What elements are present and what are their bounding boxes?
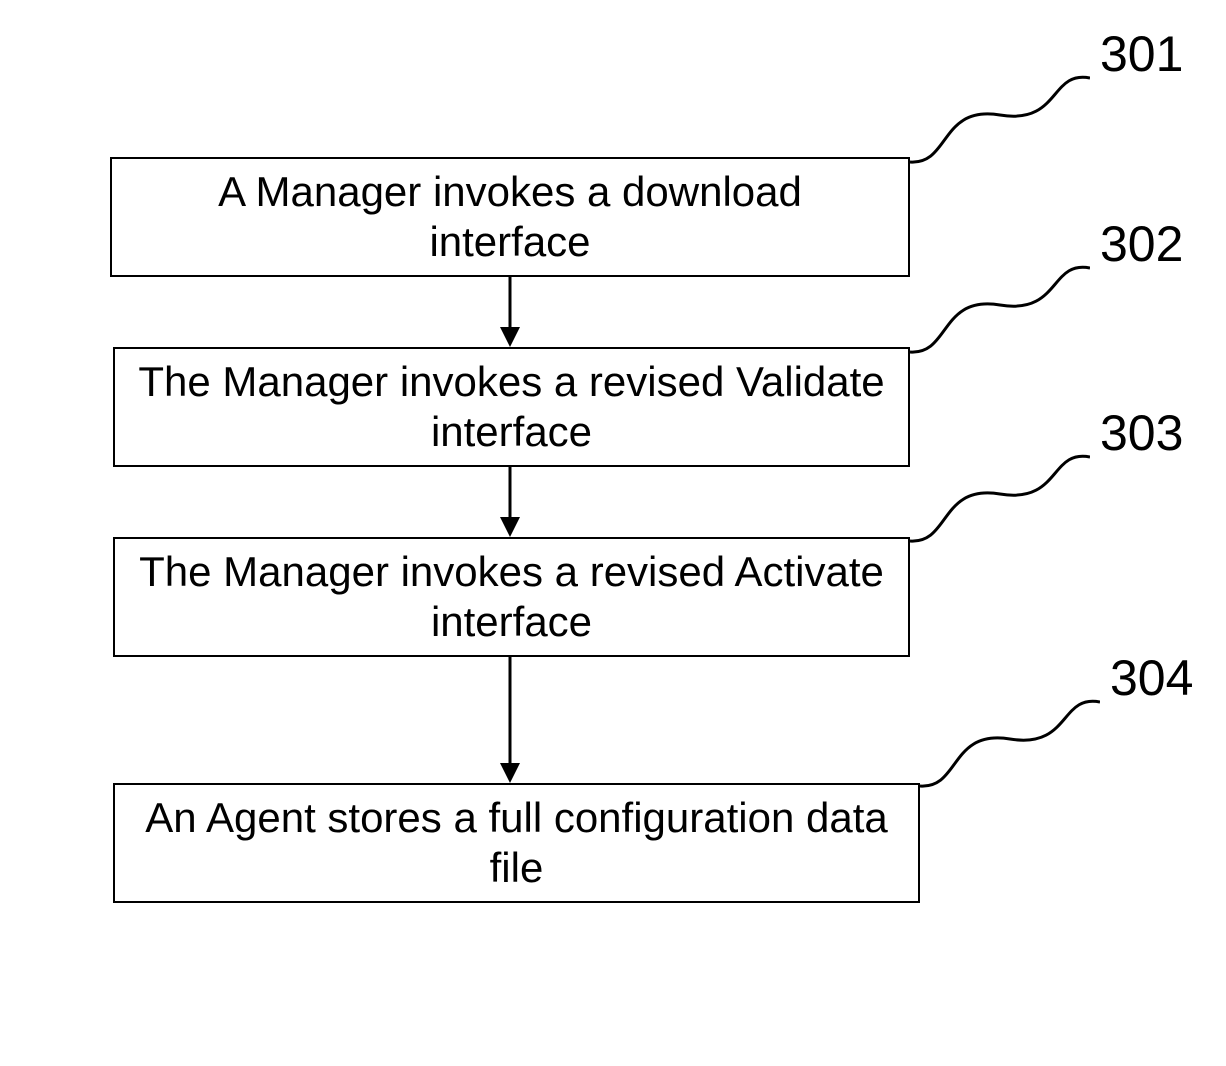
step-304-text: An Agent stores a full configuration dat… bbox=[135, 793, 898, 894]
step-302-text: The Manager invokes a revised Validate i… bbox=[135, 357, 888, 458]
step-303: The Manager invokes a revised Activate i… bbox=[113, 537, 910, 657]
step-301-text: A Manager invokes a download interface bbox=[132, 167, 888, 268]
step-303-label: 303 bbox=[1100, 404, 1183, 462]
flowchart-container: A Manager invokes a download interface 3… bbox=[0, 0, 1226, 1066]
callout-line-303 bbox=[910, 449, 1090, 549]
callout-line-301 bbox=[910, 70, 1090, 170]
arrow-301-302 bbox=[497, 277, 523, 347]
callout-line-304 bbox=[920, 694, 1100, 794]
step-304-label: 304 bbox=[1110, 649, 1193, 707]
step-303-text: The Manager invokes a revised Activate i… bbox=[135, 547, 888, 648]
callout-line-302 bbox=[910, 260, 1090, 360]
step-301-label: 301 bbox=[1100, 25, 1183, 83]
arrow-302-303 bbox=[497, 467, 523, 537]
step-301: A Manager invokes a download interface bbox=[110, 157, 910, 277]
step-302: The Manager invokes a revised Validate i… bbox=[113, 347, 910, 467]
step-302-label: 302 bbox=[1100, 215, 1183, 273]
step-304: An Agent stores a full configuration dat… bbox=[113, 783, 920, 903]
arrow-303-304 bbox=[497, 657, 523, 783]
